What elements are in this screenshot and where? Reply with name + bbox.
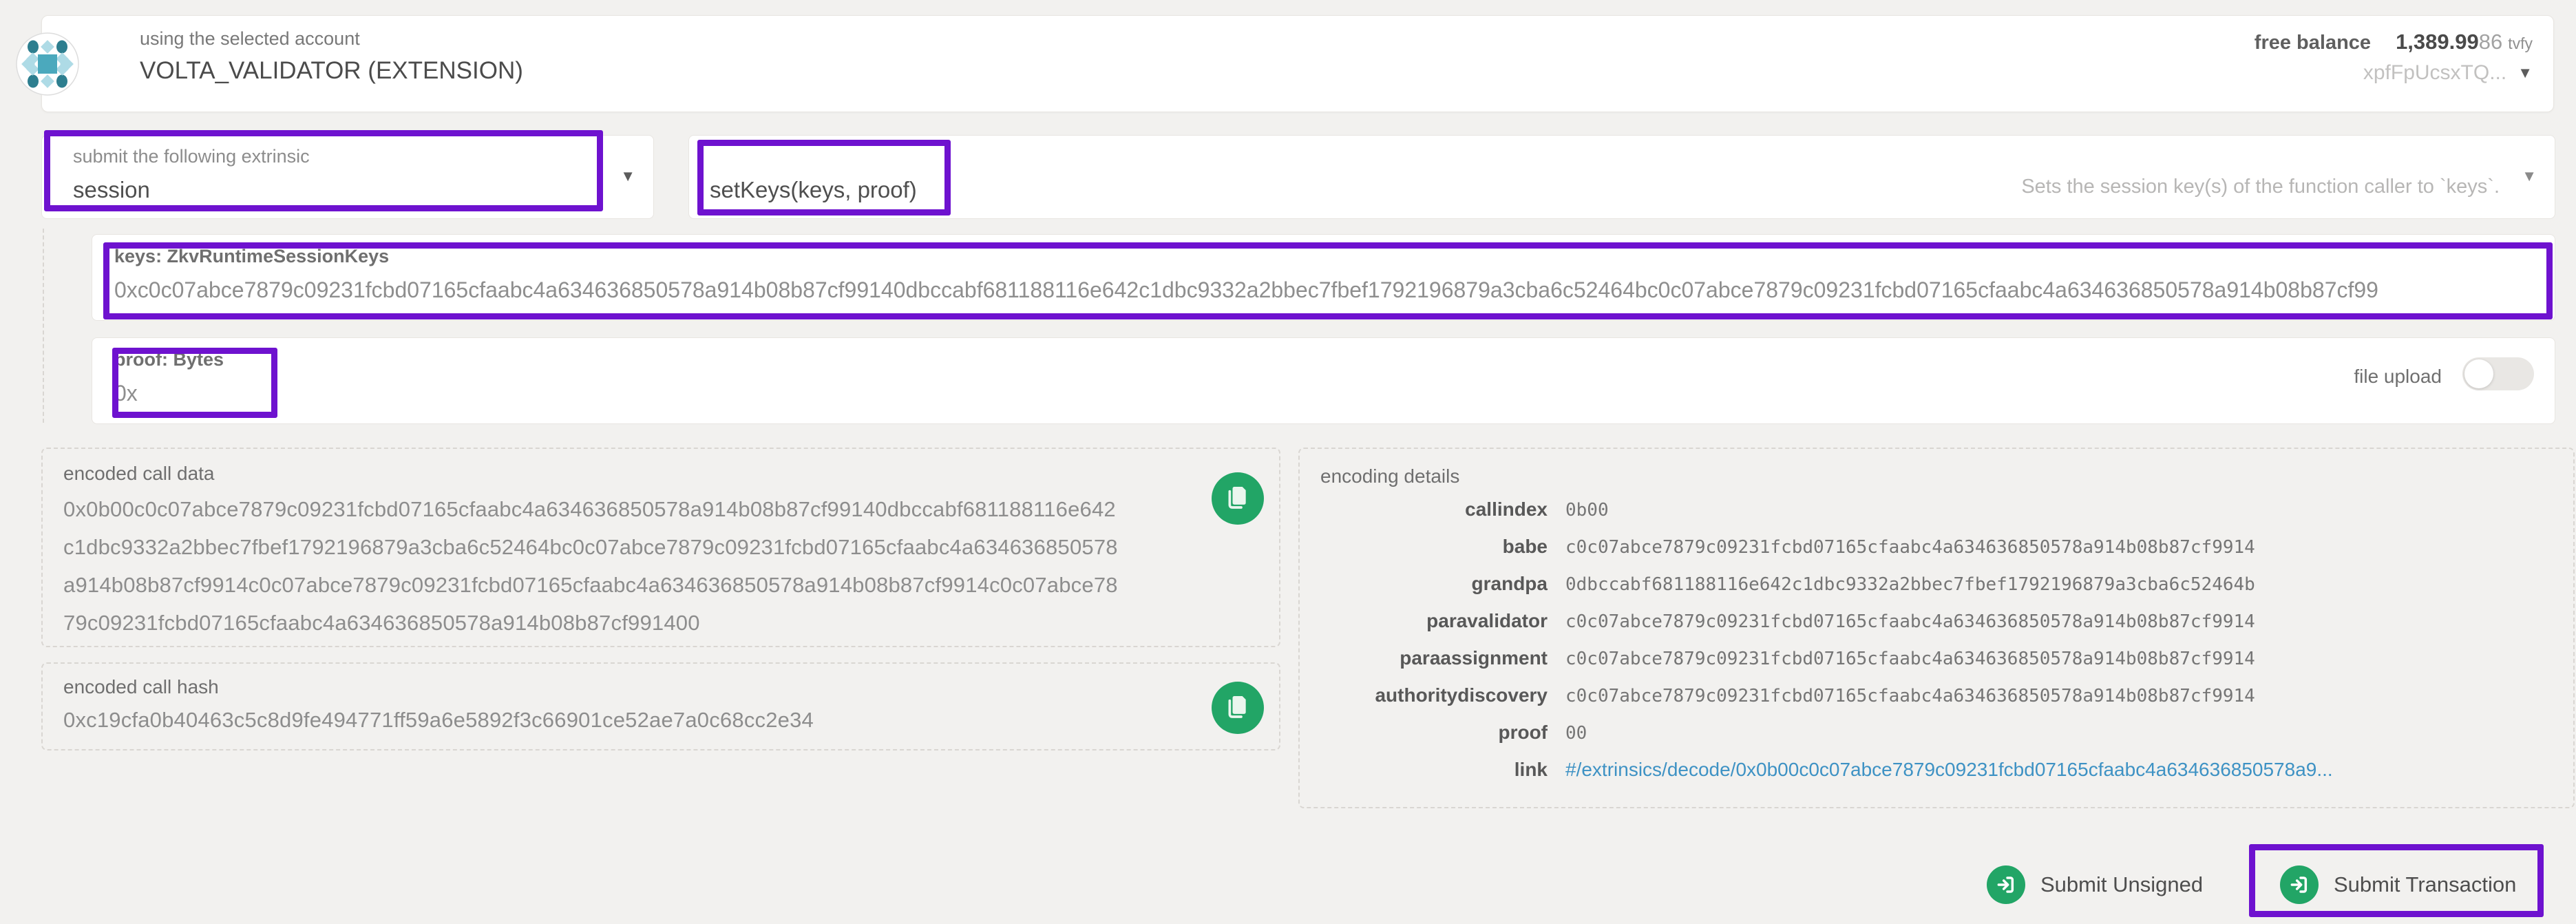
- encoded-call-data-value: 0x0b00c0c07abce7879c09231fcbd07165cfaabc…: [63, 490, 1258, 642]
- pallet-select-value: session: [73, 177, 150, 203]
- detail-label: link: [1320, 759, 1548, 781]
- submit-unsigned-label: Submit Unsigned: [2040, 872, 2203, 897]
- detail-row: authoritydiscovery c0c07abce7879c09231fc…: [1320, 684, 2559, 722]
- detail-value: 0dbccabf681188116e642c1dbc9332a2bbec7fbe…: [1565, 574, 2255, 595]
- account-identicon: [16, 32, 79, 96]
- decode-link[interactable]: #/extrinsics/decode/0x0b00c0c07abce7879c…: [1565, 759, 2333, 781]
- submit-transaction-label: Submit Transaction: [2334, 872, 2516, 897]
- copy-icon: [1224, 483, 1252, 514]
- encoded-call-data-line: 79c09231fcbd07165cfaabc4a634636850578a91…: [63, 604, 1258, 642]
- proof-input-label: proof: Bytes: [114, 349, 224, 370]
- encoded-call-hash-value: 0xc19cfa0b40463c5c8d9fe494771ff59a6e5892…: [63, 708, 1258, 733]
- chevron-down-icon: ▼: [620, 169, 635, 184]
- detail-label: authoritydiscovery: [1320, 684, 1548, 706]
- detail-label: callindex: [1320, 498, 1548, 521]
- proof-input-value[interactable]: 0x: [114, 381, 2548, 406]
- account-selector[interactable]: xpfFpUcsxTQ... ▼: [2363, 61, 2533, 85]
- sign-in-icon: [2280, 865, 2319, 904]
- detail-row: callindex 0b00: [1320, 498, 2559, 536]
- chevron-down-icon: ▼: [2522, 169, 2537, 184]
- detail-row: link #/extrinsics/decode/0x0b00c0c07abce…: [1320, 759, 2559, 796]
- free-balance-label: free balance: [2255, 32, 2371, 54]
- encoding-details-section: encoding details callindex 0b00 babe c0c…: [1298, 448, 2575, 808]
- sign-in-icon: [1987, 865, 2025, 904]
- copy-button[interactable]: [1212, 472, 1264, 525]
- encoded-call-data-line: a914b08b87cf9914c0c07abce7879c09231fcbd0…: [63, 566, 1258, 604]
- section-title: encoded call data: [63, 463, 1258, 485]
- detail-row: proof 00: [1320, 722, 2559, 759]
- detail-label: paraassignment: [1320, 647, 1548, 669]
- method-select-value: setKeys(keys, proof): [710, 177, 917, 203]
- params-nesting-guide: [43, 229, 44, 423]
- detail-row: paravalidator c0c07abce7879c09231fcbd071…: [1320, 610, 2559, 647]
- keys-input-value[interactable]: 0xc0c07abce7879c09231fcbd07165cfaabc4a63…: [114, 277, 2548, 303]
- pallet-select[interactable]: submit the following extrinsic session ▼: [41, 135, 654, 219]
- keys-input[interactable]: keys: ZkvRuntimeSessionKeys 0xc0c07abce7…: [92, 234, 2555, 321]
- detail-label: babe: [1320, 536, 1548, 558]
- account-bar: using the selected account VOLTA_VALIDAT…: [41, 15, 2554, 112]
- keys-input-label: keys: ZkvRuntimeSessionKeys: [114, 246, 389, 267]
- pallet-select-label: submit the following extrinsic: [73, 146, 310, 167]
- detail-value: c0c07abce7879c09231fcbd07165cfaabc4a6346…: [1565, 686, 2255, 706]
- detail-value: c0c07abce7879c09231fcbd07165cfaabc4a6346…: [1565, 649, 2255, 669]
- section-title: encoding details: [1320, 465, 2559, 487]
- detail-row: paraassignment c0c07abce7879c09231fcbd07…: [1320, 647, 2559, 684]
- detail-value: c0c07abce7879c09231fcbd07165cfaabc4a6346…: [1565, 537, 2255, 558]
- submit-unsigned-button[interactable]: Submit Unsigned: [1987, 865, 2203, 905]
- detail-row: babe c0c07abce7879c09231fcbd07165cfaabc4…: [1320, 536, 2559, 573]
- detail-label: grandpa: [1320, 573, 1548, 595]
- encoded-call-hash-section: encoded call hash 0xc19cfa0b40463c5c8d9f…: [41, 662, 1280, 750]
- detail-label: paravalidator: [1320, 610, 1548, 632]
- method-select[interactable]: setKeys(keys, proof) Sets the session ke…: [688, 135, 2555, 219]
- detail-value: 00: [1565, 723, 1587, 744]
- chevron-down-icon: ▼: [2517, 65, 2533, 81]
- toggle-knob: [2464, 359, 2493, 388]
- detail-value: c0c07abce7879c09231fcbd07165cfaabc4a6346…: [1565, 611, 2255, 632]
- free-balance: free balance 1,389.9986tvfy: [2255, 30, 2533, 54]
- encoded-call-data-line: 0x0b00c0c07abce7879c09231fcbd07165cfaabc…: [63, 490, 1258, 528]
- file-upload-toggle[interactable]: [2462, 357, 2534, 390]
- file-upload-label: file upload: [2354, 366, 2442, 388]
- detail-label: proof: [1320, 722, 1548, 744]
- account-address: xpfFpUcsxTQ...: [2363, 61, 2506, 85]
- encoded-call-data-line: c1dbc9332a2bbec7fbef1792196879a3cba6c524…: [63, 528, 1258, 566]
- detail-row: grandpa 0dbccabf681188116e642c1dbc9332a2…: [1320, 573, 2559, 610]
- detail-value: 0b00: [1565, 500, 1609, 521]
- account-name: VOLTA_VALIDATOR (EXTENSION): [140, 57, 523, 85]
- selected-account-label: using the selected account: [140, 28, 360, 50]
- proof-input[interactable]: proof: Bytes 0x file upload: [92, 337, 2555, 424]
- submit-transaction-button[interactable]: Submit Transaction: [2280, 865, 2516, 905]
- section-title: encoded call hash: [63, 676, 1258, 698]
- copy-icon: [1224, 693, 1252, 724]
- encoded-call-data-section: encoded call data 0x0b00c0c07abce7879c09…: [41, 448, 1280, 647]
- method-docs: Sets the session key(s) of the function …: [2021, 176, 2500, 198]
- free-balance-value: 1,389.9986tvfy: [2396, 30, 2533, 54]
- copy-button[interactable]: [1212, 682, 1264, 734]
